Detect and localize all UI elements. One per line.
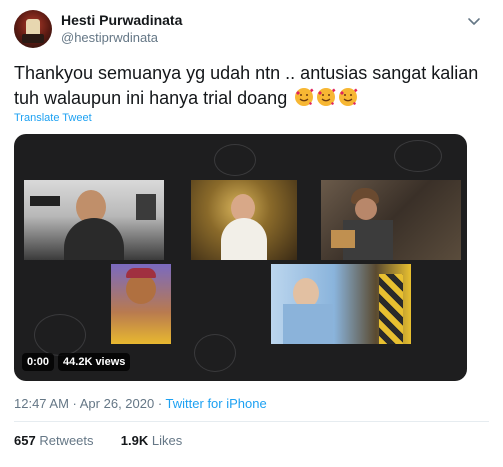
likes-label[interactable]: Likes	[152, 433, 182, 448]
background-doodle	[34, 314, 86, 356]
video-badges: 0:00 44.2K views	[22, 353, 131, 371]
tweet-source-link[interactable]: Twitter for iPhone	[166, 396, 267, 411]
tweet-body: Thankyou semuanya yg udah ntn .. antusia…	[14, 63, 479, 108]
retweets-label[interactable]: Retweets	[39, 433, 93, 448]
background-doodle	[194, 334, 236, 372]
video-time-badge: 0:00	[22, 353, 55, 371]
background-doodle	[394, 140, 442, 172]
translate-tweet-link[interactable]: Translate Tweet	[14, 112, 92, 124]
video-player[interactable]: 0:00 44.2K views	[14, 134, 467, 381]
tweet-meta: 12:47 AM · Apr 26, 2020 · Twitter for iP…	[14, 396, 267, 411]
video-participant-tile	[24, 180, 164, 260]
background-doodle	[214, 144, 256, 176]
tweet-timestamp[interactable]: 12:47 AM · Apr 26, 2020 ·	[14, 396, 162, 411]
divider	[14, 421, 489, 422]
video-views-badge: 44.2K views	[58, 353, 131, 371]
avatar[interactable]	[14, 10, 52, 48]
user-handle[interactable]: @hestiprwdinata	[61, 30, 158, 45]
video-participant-tile	[321, 180, 461, 260]
tweet-text: Thankyou semuanya yg udah ntn .. antusia…	[14, 61, 484, 111]
video-participant-tile	[111, 264, 171, 344]
retweets-count[interactable]: 657	[14, 433, 36, 448]
tweet: Hesti Purwadinata @hestiprwdinata Thanky…	[0, 0, 503, 467]
tweet-stats: 657 Retweets 1.9K Likes	[14, 433, 182, 448]
likes-count[interactable]: 1.9K	[121, 433, 148, 448]
display-name[interactable]: Hesti Purwadinata	[61, 12, 182, 28]
chevron-down-icon[interactable]	[465, 12, 483, 30]
smiling-face-with-hearts-icon	[339, 88, 358, 106]
smiling-face-with-hearts-icon	[295, 88, 314, 106]
avatar-base	[22, 34, 44, 43]
smiling-face-with-hearts-icon	[317, 88, 336, 106]
video-participant-tile	[191, 180, 297, 260]
video-participant-tile	[271, 264, 411, 344]
